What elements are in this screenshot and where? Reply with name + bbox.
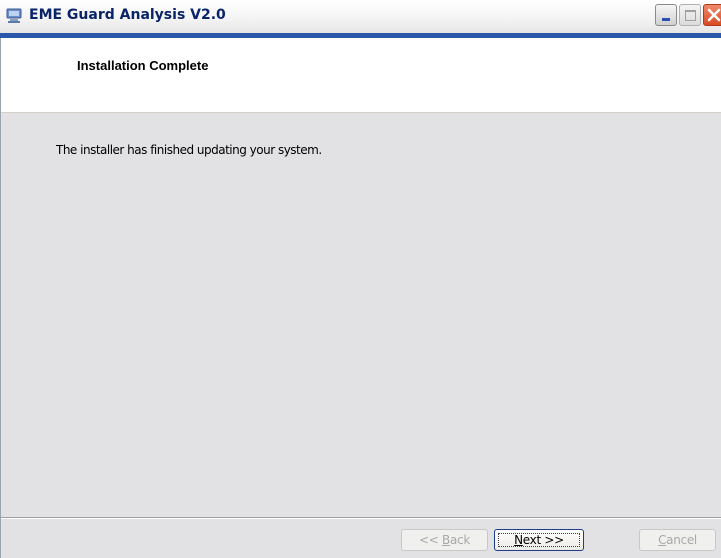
installer-window: EME Guard Analysis V2.0 Installation Com…	[0, 0, 721, 558]
title-bar[interactable]: EME Guard Analysis V2.0	[0, 0, 721, 33]
cancel-button[interactable]: Cancel	[639, 529, 716, 551]
minimize-button[interactable]	[655, 4, 677, 26]
next-button[interactable]: Next >>	[494, 529, 584, 551]
maximize-button[interactable]	[679, 4, 701, 26]
back-button[interactable]: << Back	[401, 529, 488, 551]
back-button-mnemonic: B	[442, 533, 450, 547]
content-area: The installer has finished updating your…	[0, 113, 721, 517]
status-message: The installer has finished updating your…	[56, 143, 322, 157]
close-button[interactable]	[703, 4, 721, 26]
cancel-button-label: ancel	[666, 533, 697, 547]
back-button-prefix: <<	[419, 533, 443, 547]
header-banner: Installation Complete	[0, 38, 721, 112]
cancel-button-mnemonic: C	[658, 533, 667, 547]
installer-icon	[6, 8, 22, 23]
window-left-border	[0, 38, 1, 558]
back-button-label: ack	[449, 533, 470, 547]
window-title: EME Guard Analysis V2.0	[29, 7, 226, 23]
close-icon	[707, 8, 721, 22]
maximize-icon	[685, 10, 696, 21]
focus-rectangle	[498, 533, 580, 547]
button-bar: << Back Next >> Cancel	[0, 519, 721, 558]
page-title: Installation Complete	[77, 58, 209, 73]
minimize-icon	[662, 18, 670, 21]
